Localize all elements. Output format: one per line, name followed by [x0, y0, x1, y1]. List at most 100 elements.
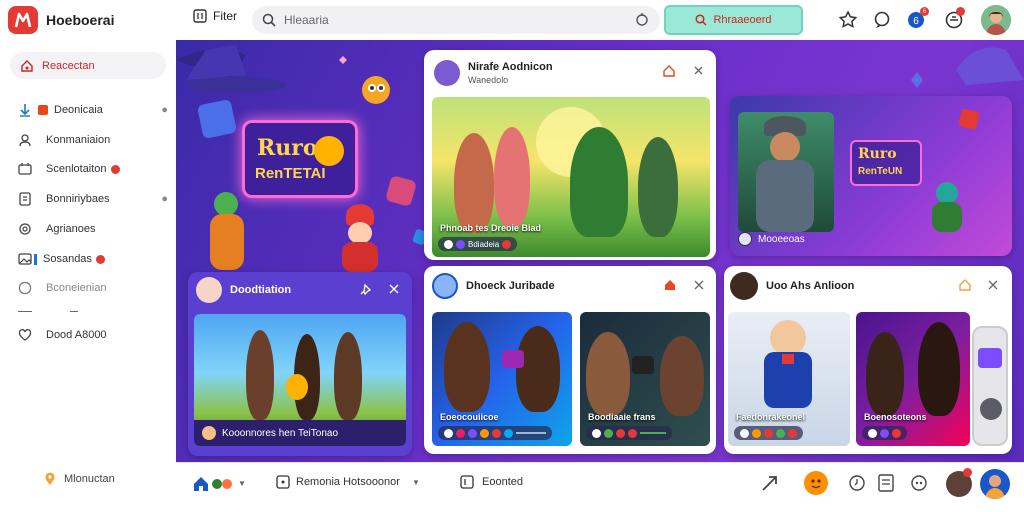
search-input[interactable]: Hleaaria: [252, 6, 660, 34]
app-logo[interactable]: [8, 6, 38, 34]
svg-text:6: 6: [913, 16, 919, 27]
share-icon[interactable]: [760, 473, 780, 493]
figure: [866, 332, 904, 416]
video-caption: Eoeocouiicoe: [440, 412, 499, 422]
channel-avatar[interactable]: [432, 273, 458, 299]
mascot: [286, 374, 308, 400]
close-icon[interactable]: [693, 65, 704, 76]
chevron-down-icon[interactable]: ▼: [238, 479, 246, 488]
channel-name[interactable]: Dhoeck Juribade: [466, 280, 555, 292]
sidebar-item-subscriptions[interactable]: Scenlotaiton: [18, 159, 168, 179]
new-content-dot: [110, 164, 120, 174]
sidebar-item-history[interactable]: Agrianoes: [18, 219, 168, 239]
video-info-bar: Mooeeoas: [738, 232, 805, 246]
chevron-down-icon: ▼: [411, 477, 420, 487]
arrow-down-icon: [18, 103, 32, 117]
sidebar-item-label: Bconeienian: [46, 282, 107, 294]
sidebar-item-liked[interactable]: Dood A8000: [18, 325, 168, 345]
video-thumbnail[interactable]: Boodiaaie frans: [580, 312, 710, 446]
clock-icon[interactable]: [848, 474, 866, 492]
video-card-center-bottom[interactable]: Dhoeck Juribade Eoeocouiicoe Boodiaaie f…: [424, 266, 716, 454]
sidebar-item-trending[interactable]: Deonicaia ●: [18, 100, 168, 120]
channel-avatar[interactable]: [730, 272, 758, 300]
video-thumbnail[interactable]: Phnoab tes Dreoie Biad Bdiadeia: [432, 97, 710, 257]
video-thumbnail[interactable]: Faedonrakeonel: [728, 312, 850, 446]
video-card-right-top[interactable]: Ruro RenTeUN Mooeeoas: [730, 96, 1012, 256]
divider: [70, 311, 78, 312]
video-card-center-top[interactable]: Nirafe Aodnicon Wanedolo Phnoab tes Dreo…: [424, 50, 716, 260]
channel-subtitle: Wanedolo: [468, 75, 509, 85]
sidebar-item-downloads[interactable]: Bconeienian: [18, 278, 168, 298]
video-info-bar: Kooonnores hen TeiTonao: [202, 426, 338, 440]
channel-avatar[interactable]: [434, 60, 460, 86]
video-caption: Phnoab tes Dreoie Biad: [440, 223, 542, 233]
participant-badge: [963, 468, 972, 477]
character-left: [204, 192, 252, 270]
search-icon: [262, 13, 276, 27]
primary-action-button[interactable]: Rhraaeoerd: [664, 5, 803, 35]
mascot-face: [314, 136, 344, 166]
pin-icon: ●: [161, 104, 168, 116]
home-icon[interactable]: [664, 279, 676, 291]
close-icon[interactable]: [388, 283, 400, 295]
close-icon[interactable]: [988, 280, 998, 290]
sidebar-item-label: Agrianoes: [46, 223, 96, 235]
video-caption: Kooonnores hen TeiTonao: [222, 427, 339, 439]
voice-search-icon[interactable]: [634, 11, 650, 27]
logo-mark-icon: [14, 12, 32, 28]
character-head: [770, 320, 806, 356]
chat-icon[interactable]: [872, 10, 892, 30]
active-marker: [34, 253, 37, 265]
video-card-left[interactable]: Doodtiation Kooonnores hen TeiTonao: [188, 272, 412, 456]
star-badge-icon[interactable]: [838, 10, 858, 30]
queue-icon[interactable]: [878, 474, 894, 492]
pin-icon[interactable]: [359, 283, 372, 296]
comment-button[interactable]: Eoonted: [460, 475, 523, 489]
top-bar: Hoeboerai Fiter Hleaaria Rhraaeoerd 6 6: [0, 0, 1024, 40]
video-thumbnail[interactable]: Kooonnores hen TeiTonao: [194, 314, 406, 446]
channel-name[interactable]: Uoo Ahs Anlioon: [766, 280, 854, 292]
filter-button[interactable]: Fiter: [193, 9, 237, 23]
sidebar-footer-location[interactable]: Mlonuctan: [44, 472, 115, 486]
sidebar-item-label: Bonniriybaes: [46, 193, 110, 205]
playlist-selector[interactable]: Remonia Hotsooonor ▼: [276, 475, 420, 489]
video-thumbnail[interactable]: Eoeocouiicoe: [432, 312, 572, 446]
figure: [660, 336, 704, 416]
video-card-right-bottom[interactable]: Uoo Ahs Anlioon Faedonrakeonel Boenosote…: [724, 266, 1012, 454]
channel-name[interactable]: Doodtiation: [230, 284, 291, 296]
channel-avatar[interactable]: [196, 277, 222, 303]
home-icon: [20, 59, 34, 73]
video-thumbnail[interactable]: Boenosoteons: [856, 312, 970, 446]
figure: [494, 127, 530, 227]
person-icon: [18, 133, 32, 147]
video-thumbnail[interactable]: [738, 112, 834, 232]
settings-icon[interactable]: [910, 474, 928, 492]
cube-decoration: [958, 108, 980, 130]
figure: [570, 127, 628, 237]
sidebar-item-shorts[interactable]: Sosandas: [18, 249, 168, 269]
close-icon[interactable]: [694, 280, 704, 290]
emoji-reaction-icon[interactable]: [804, 471, 828, 495]
home-icon[interactable]: [958, 278, 972, 292]
user-avatar[interactable]: [980, 469, 1010, 499]
user-avatar[interactable]: [981, 5, 1011, 35]
video-caption: Mooeeoas: [758, 233, 805, 245]
location-pin-icon: [44, 472, 56, 486]
video-tag: Bdiadeia: [468, 239, 500, 249]
avatar: [444, 239, 453, 249]
sidebar-item-label: Sosandas: [43, 253, 92, 265]
sidebar-item-library[interactable]: Bonniriybaes ●: [18, 189, 168, 209]
comment-label: Eoonted: [482, 476, 523, 488]
channel-name[interactable]: Nirafe Aodnicon: [468, 61, 553, 73]
video-caption: Boodiaaie frans: [588, 412, 656, 422]
device: [632, 356, 654, 374]
playlist-label: Remonia Hotsooonor: [296, 476, 400, 488]
sidebar-item-community[interactable]: Konmaniaion: [18, 130, 168, 150]
home-icon[interactable]: [662, 64, 676, 78]
messages-badge: [956, 7, 965, 16]
notification-badge: 6: [920, 7, 929, 16]
home-icon[interactable]: [192, 475, 210, 493]
sidebar-item-label: Konmaniaion: [46, 134, 111, 146]
sidebar-item-active[interactable]: Reacectan: [10, 52, 166, 79]
video-info-bar: Bdiadeia: [438, 237, 518, 251]
